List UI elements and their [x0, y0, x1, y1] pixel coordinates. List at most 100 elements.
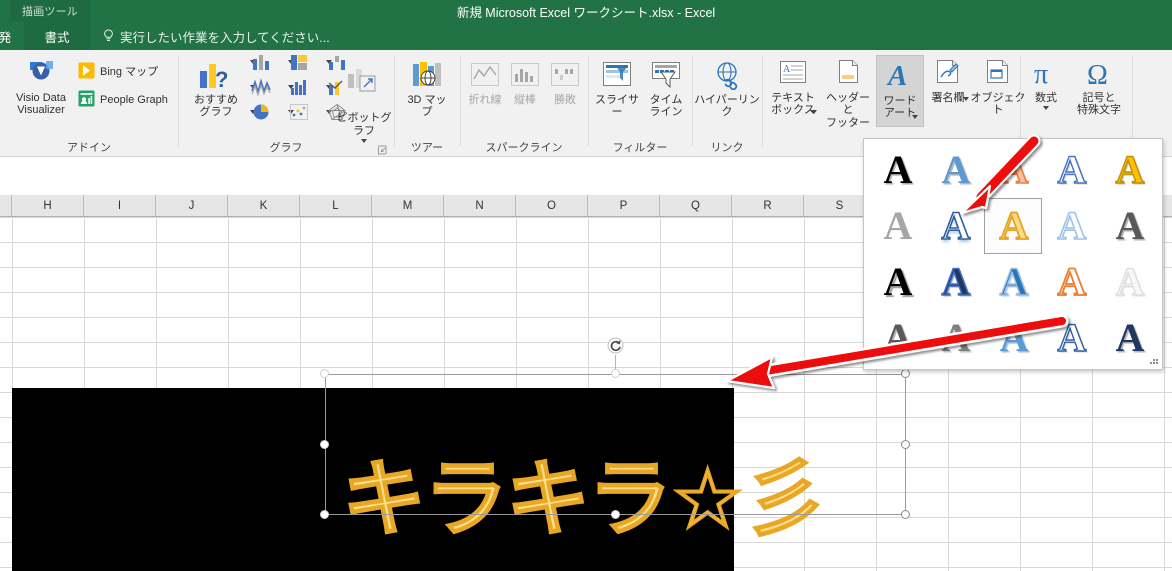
tell-me-box[interactable]: 実行したい作業を入力してください...	[103, 22, 330, 50]
group-separator	[1020, 56, 1021, 146]
lightbulb-icon	[103, 29, 114, 43]
column-header-partial[interactable]	[0, 195, 12, 216]
chevron-down-icon[interactable]	[1043, 106, 1049, 110]
wordart-style-12[interactable]: A	[928, 257, 984, 307]
timeline-label: タイム ライン	[649, 93, 683, 119]
svg-text:Ω: Ω	[1087, 60, 1108, 88]
object-button[interactable]: オブジェクト	[970, 58, 1026, 117]
wordart-style-2[interactable]: A	[928, 145, 984, 195]
sparkline-winloss-button[interactable]: 勝敗	[546, 60, 584, 106]
histogram-chart-button[interactable]	[288, 80, 306, 95]
symbol-button[interactable]: Ω 記号と 特殊文字	[1070, 58, 1128, 117]
pivot-chart-icon	[344, 64, 384, 100]
resize-handle-e[interactable]	[901, 440, 910, 449]
timeline-button[interactable]: タイム ライン	[644, 60, 688, 119]
wordart-style-11[interactable]: A	[870, 257, 926, 307]
wordart-style-3[interactable]: A	[986, 145, 1042, 195]
wordart-style-6[interactable]: A	[870, 201, 926, 251]
ribbon-group-tours: 3D マッ プ ツアー	[396, 50, 458, 157]
waterfall-chart-button[interactable]	[326, 56, 345, 70]
column-header-J[interactable]: J	[156, 195, 228, 216]
scatter-chart-button[interactable]	[288, 104, 308, 120]
signature-line-button[interactable]: 署名欄	[926, 58, 970, 104]
hyperlink-button[interactable]: ハイパーリンク	[692, 60, 762, 119]
wordart-style-19[interactable]: A	[1044, 313, 1100, 363]
text-box-button[interactable]: A テキスト ボックス	[766, 58, 820, 117]
people-graph-icon	[78, 90, 95, 111]
resize-handle-sw[interactable]	[320, 510, 329, 519]
tab-developer[interactable]: 発	[0, 22, 24, 50]
resize-handle-se[interactable]	[901, 510, 910, 519]
sparkline-column-button[interactable]: 縦棒	[506, 60, 544, 106]
people-graph-button[interactable]: People Graph	[78, 90, 168, 111]
pie-chart-button[interactable]	[250, 104, 269, 120]
sparkline-line-label: 折れ線	[468, 93, 502, 106]
charts-dialog-launcher[interactable]	[377, 143, 388, 155]
wordart-style-18[interactable]: A	[986, 313, 1042, 363]
svg-text:A: A	[886, 60, 907, 91]
group-separator	[460, 56, 461, 146]
wordart-style-14[interactable]: A	[1044, 257, 1100, 307]
resize-handle-n[interactable]	[611, 369, 620, 378]
slicer-button[interactable]: スライサー	[592, 60, 642, 119]
rotate-icon[interactable]	[607, 337, 624, 359]
sparkline-line-button[interactable]: 折れ線	[466, 60, 504, 106]
symbol-label: 記号と 特殊文字	[1077, 91, 1121, 117]
column-header-R[interactable]: R	[732, 195, 804, 216]
column-header-O[interactable]: O	[516, 195, 588, 216]
resize-handle-nw[interactable]	[320, 369, 329, 378]
histogram-chart-icon	[288, 77, 310, 97]
column-header-N[interactable]: N	[444, 195, 516, 216]
column-header-P[interactable]: P	[588, 195, 660, 216]
recommended-charts-button[interactable]: ? おすすめ グラフ	[188, 60, 244, 119]
wordart-style-10[interactable]: A	[1102, 201, 1158, 251]
chevron-down-icon[interactable]	[361, 139, 367, 143]
wordart-style-5[interactable]: A	[1102, 145, 1158, 195]
header-footer-button[interactable]: ヘッダーと フッター	[822, 58, 874, 129]
column-header-L[interactable]: L	[300, 195, 372, 216]
3d-map-button[interactable]: 3D マッ プ	[404, 60, 450, 119]
resize-grip-icon[interactable]	[1150, 357, 1158, 365]
wordart-style-gallery[interactable]: A A A A A A A A A A A A A A A A A A A A	[863, 138, 1163, 370]
equation-pi-icon: π	[1029, 58, 1063, 92]
bar-chart-button[interactable]	[288, 55, 307, 70]
signature-line-icon	[932, 58, 964, 92]
wordart-style-20[interactable]: A	[1102, 313, 1158, 363]
chevron-down-icon[interactable]	[912, 115, 918, 119]
wordart-style-1[interactable]: A	[870, 145, 926, 195]
column-header-H[interactable]: H	[12, 195, 84, 216]
slicer-label: スライサー	[595, 93, 639, 119]
wordart-button[interactable]: A ワード アート	[876, 55, 924, 127]
ribbon-group-filters-title: フィルター	[612, 142, 668, 154]
chevron-down-icon[interactable]	[963, 97, 969, 101]
chevron-down-icon[interactable]	[811, 109, 817, 114]
column-header-Q[interactable]: Q	[660, 195, 732, 216]
tab-format[interactable]: 書式	[24, 22, 90, 50]
symbol-omega-icon: Ω	[1082, 58, 1116, 92]
resize-handle-s[interactable]	[611, 510, 620, 519]
resize-handle-w[interactable]	[320, 440, 329, 449]
visio-data-visualizer-button[interactable]: Visio Data Visualizer	[6, 58, 76, 117]
radar-chart-button[interactable]	[326, 103, 346, 120]
3d-map-label: 3D マッ プ	[407, 93, 447, 119]
pivot-chart-button[interactable]: ピボットグラフ	[336, 69, 392, 143]
resize-handle-ne[interactable]	[901, 369, 910, 378]
column-header-I[interactable]: I	[84, 195, 156, 216]
wordart-style-9[interactable]: A	[1044, 201, 1100, 251]
people-graph-label: People Graph	[100, 94, 168, 106]
wordart-style-15[interactable]: A	[1102, 257, 1158, 307]
column-header-K[interactable]: K	[228, 195, 300, 216]
column-header-M[interactable]: M	[372, 195, 444, 216]
combo-chart-button[interactable]	[326, 80, 343, 95]
recommended-charts-label: おすすめ グラフ	[194, 93, 238, 119]
equation-button[interactable]: π 数式	[1024, 58, 1068, 110]
wordart-style-4[interactable]: A	[1044, 145, 1100, 195]
bing-maps-button[interactable]: Bing マップ	[78, 62, 158, 83]
wordart-style-13[interactable]: A	[986, 257, 1042, 307]
wordart-style-17[interactable]: A	[928, 313, 984, 363]
column-chart-button[interactable]	[250, 55, 269, 70]
equation-label: 数式	[1035, 91, 1057, 104]
wordart-style-7[interactable]: A	[928, 201, 984, 251]
wordart-style-16[interactable]: A	[870, 313, 926, 363]
line-chart-button[interactable]	[250, 78, 271, 97]
